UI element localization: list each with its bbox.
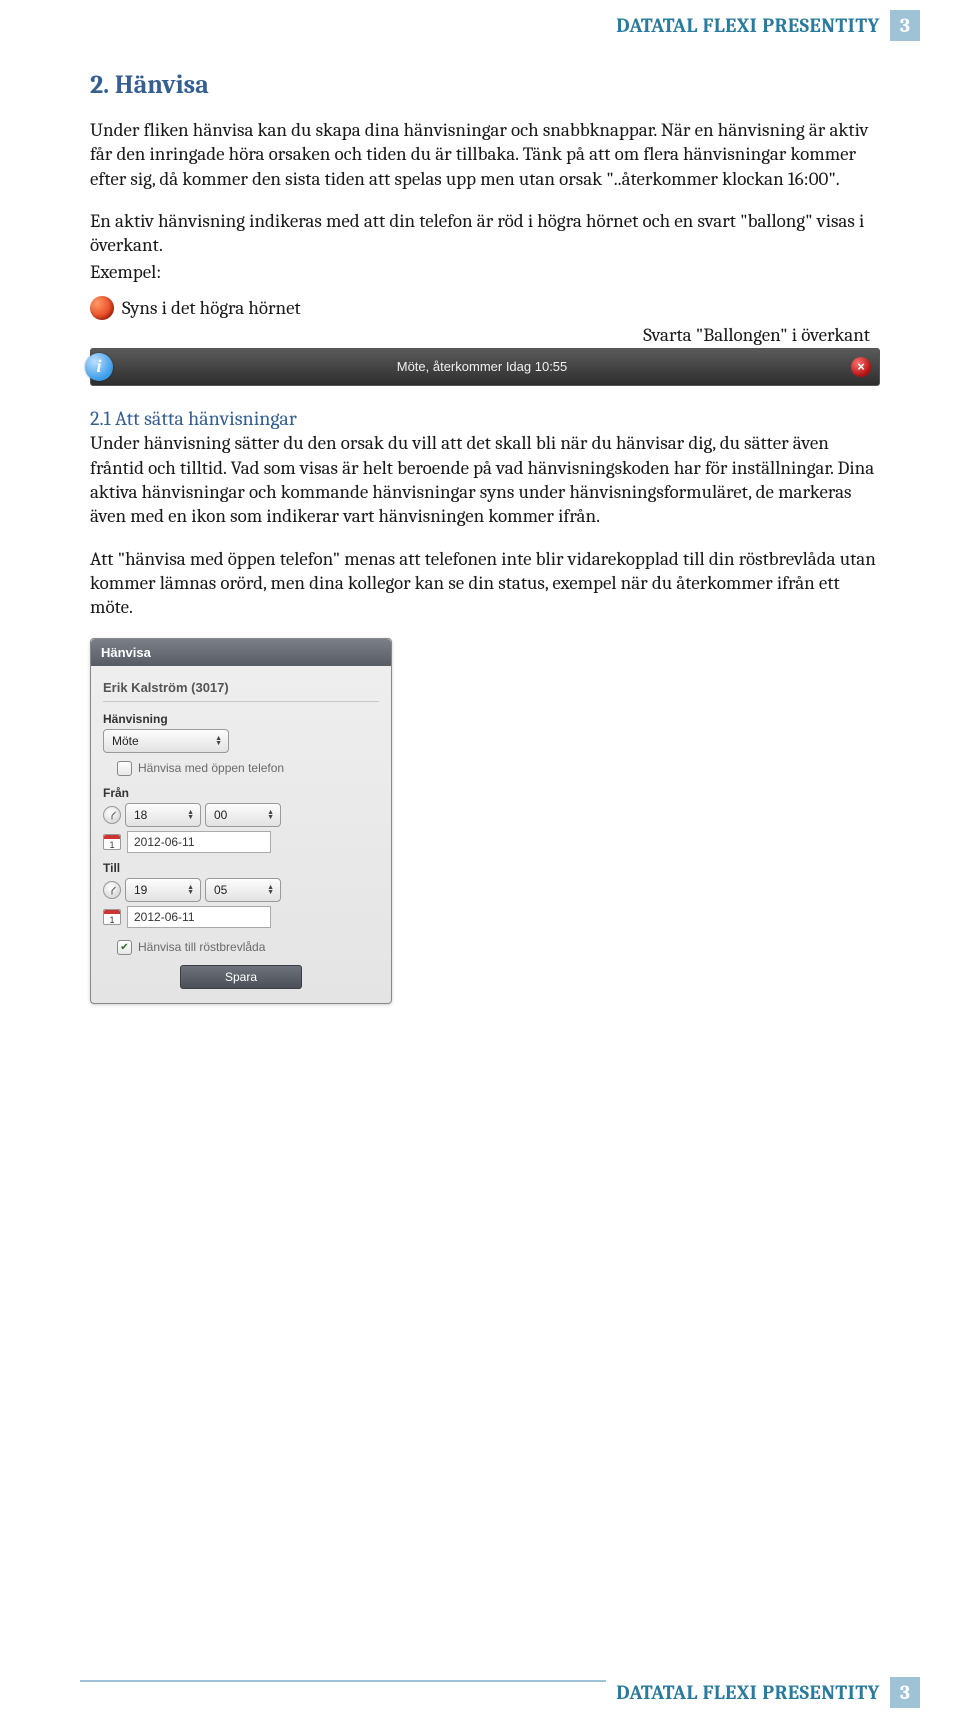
till-min-select[interactable]: 05 ▲▼ — [205, 878, 281, 902]
chevron-updown-icon: ▲▼ — [267, 885, 274, 895]
calendar-icon[interactable] — [103, 834, 121, 850]
till-date-field[interactable]: 2012-06-11 — [127, 906, 271, 928]
from-date-value: 2012-06-11 — [134, 835, 195, 849]
from-date-field[interactable]: 2012-06-11 — [127, 831, 271, 853]
till-date-row: 2012-06-11 — [103, 906, 379, 928]
corner-indicator-label: Syns i det högra hörnet — [122, 297, 301, 319]
info-icon: i — [85, 353, 113, 381]
clock-icon — [103, 806, 121, 824]
subsection-para-2: Att "hänvisa med öppen telefon" menas at… — [90, 547, 880, 620]
footer-bar: DATATAL FLEXI PRESENTITY 3 — [606, 1677, 920, 1708]
from-hour-select[interactable]: 18 ▲▼ — [125, 803, 201, 827]
voicemail-checkbox[interactable]: ✔ — [117, 940, 132, 955]
header-title: DATATAL FLEXI PRESENTITY — [606, 10, 890, 41]
from-min-value: 00 — [214, 808, 227, 822]
hanvisning-label: Hänvisning — [103, 712, 379, 726]
calendar-icon[interactable] — [103, 909, 121, 925]
balloon-text: Möte, återkommer Idag 10:55 — [113, 359, 851, 374]
save-button[interactable]: Spara — [180, 965, 302, 989]
form-user: Erik Kalström (3017) — [103, 680, 379, 702]
close-icon[interactable]: × — [851, 357, 871, 377]
chevron-updown-icon: ▲▼ — [267, 810, 274, 820]
section-heading: 2. Hänvisa — [90, 70, 880, 100]
chevron-updown-icon: ▲▼ — [187, 810, 194, 820]
balloon-bar: i Möte, återkommer Idag 10:55 × — [90, 348, 880, 386]
hanvisa-form: Hänvisa Erik Kalström (3017) Hänvisning … — [90, 638, 392, 1004]
subsection-number: 2.1 — [90, 407, 111, 430]
header-page-number: 3 — [890, 10, 920, 41]
open-phone-row[interactable]: Hänvisa med öppen telefon — [117, 761, 379, 776]
example-label: Exempel: — [90, 260, 880, 284]
balloon-label: Svarta "Ballongen" i överkant — [90, 324, 870, 346]
till-date-value: 2012-06-11 — [134, 910, 195, 924]
section-para-1: Under fliken hänvisa kan du skapa dina h… — [90, 118, 880, 191]
form-header: Hänvisa — [91, 639, 391, 666]
clock-icon — [103, 881, 121, 899]
till-hour-select[interactable]: 19 ▲▼ — [125, 878, 201, 902]
till-hour-value: 19 — [134, 883, 147, 897]
chevron-updown-icon: ▲▼ — [215, 736, 222, 746]
hanvisning-select[interactable]: Möte ▲▼ — [103, 729, 229, 753]
from-date-row: 2012-06-11 — [103, 831, 379, 853]
open-phone-checkbox[interactable] — [117, 761, 132, 776]
subsection-para-1: 2.1 Att sätta hänvisningar Under hänvisn… — [90, 406, 880, 529]
section-number: 2. — [90, 70, 109, 100]
voicemail-row[interactable]: ✔ Hänvisa till röstbrevlåda — [117, 940, 379, 955]
subsection-body-1: Under hänvisning sätter du den orsak du … — [90, 432, 874, 527]
from-hour-value: 18 — [134, 808, 147, 822]
red-phone-icon — [90, 296, 114, 320]
chevron-updown-icon: ▲▼ — [187, 885, 194, 895]
open-phone-label: Hänvisa med öppen telefon — [138, 761, 284, 775]
till-label: Till — [103, 861, 379, 875]
subsection-title: Att sätta hänvisningar — [115, 407, 297, 430]
hanvisning-value: Möte — [112, 734, 139, 748]
from-label: Från — [103, 786, 379, 800]
section-para-2: En aktiv hänvisning indikeras med att di… — [90, 209, 880, 258]
section-title-text: Hänvisa — [115, 70, 209, 100]
voicemail-label: Hänvisa till röstbrevlåda — [138, 940, 265, 954]
from-time-row: 18 ▲▼ 00 ▲▼ — [103, 803, 379, 827]
header-bar: DATATAL FLEXI PRESENTITY 3 — [606, 10, 920, 41]
from-min-select[interactable]: 00 ▲▼ — [205, 803, 281, 827]
till-time-row: 19 ▲▼ 05 ▲▼ — [103, 878, 379, 902]
corner-indicator-row: Syns i det högra hörnet — [90, 296, 880, 320]
footer-page-number: 3 — [890, 1677, 920, 1708]
footer-title: DATATAL FLEXI PRESENTITY — [606, 1677, 890, 1708]
till-min-value: 05 — [214, 883, 227, 897]
